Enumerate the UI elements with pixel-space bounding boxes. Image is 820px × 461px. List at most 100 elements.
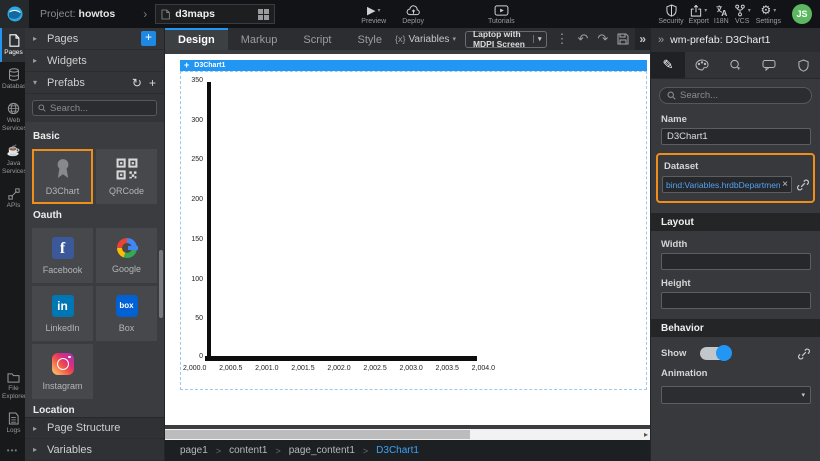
crumb-page1[interactable]: page1 — [180, 445, 208, 456]
show-toggle[interactable] — [700, 347, 730, 360]
scrollbar-arrow-icon[interactable]: ▸ — [644, 429, 648, 440]
device-selector[interactable]: Laptop with MDPI Screen ▾ — [465, 31, 547, 48]
vcs-caret-icon[interactable]: ▾ — [748, 7, 751, 14]
variables-section-header[interactable]: ▸ Variables — [25, 439, 164, 461]
app-logo[interactable] — [0, 0, 29, 28]
rail-label: APIs — [7, 202, 21, 209]
rail-item-file-explorer[interactable]: File Explorer — [0, 366, 25, 406]
pages-section-header[interactable]: ▸ Pages + — [25, 28, 164, 50]
export-button[interactable]: ▾ Export — [689, 4, 709, 25]
export-caret-icon[interactable]: ▾ — [704, 7, 707, 14]
collapse-panel-icon[interactable]: » — [658, 34, 664, 46]
prefab-group-oauth: Oauth — [33, 210, 156, 221]
clear-dataset-icon[interactable]: × — [782, 180, 788, 190]
canvas-horizontal-scrollbar[interactable]: ▸ — [165, 429, 650, 440]
bind-link-icon[interactable] — [797, 179, 809, 191]
deploy-button[interactable]: Deploy — [402, 4, 424, 25]
animation-field-label: Animation — [661, 368, 810, 379]
rail-item-java-services[interactable]: ☕ Java Services — [0, 139, 25, 182]
dataset-bind-value[interactable]: bind:Variables.hrdbDepartment.dataSe — [666, 180, 780, 190]
settings-caret-icon[interactable]: ▾ — [773, 7, 776, 14]
qrcode-icon — [116, 158, 138, 180]
breadcrumb-chevron-icon: › — [143, 7, 147, 21]
google-icon — [117, 238, 137, 258]
crumb-d3chart1[interactable]: D3Chart1 — [376, 445, 419, 456]
more-tools-icon[interactable]: » — [635, 28, 650, 50]
properties-search-input[interactable] — [680, 90, 804, 101]
name-field[interactable] — [661, 128, 811, 145]
tab-markup[interactable]: Markup — [228, 28, 291, 50]
rail-item-databases[interactable]: Databases — [0, 62, 25, 96]
prefab-tile-facebook[interactable]: f Facebook — [32, 228, 93, 283]
prefab-tile-linkedin[interactable]: in LinkedIn — [32, 286, 93, 341]
dataset-field[interactable]: bind:Variables.hrdbDepartment.dataSe × — [662, 176, 792, 193]
tab-styles[interactable] — [685, 52, 719, 78]
tab-design[interactable]: Design — [165, 28, 228, 50]
bind-show-link-icon[interactable] — [798, 348, 810, 360]
page-structure-section-header[interactable]: ▸ Page Structure — [25, 417, 164, 439]
left-rail: Pages Databases Web Services ☕ Java Serv… — [0, 28, 25, 461]
wavemaker-studio: Project: howtos › d3maps ▶▾ Preview Depl… — [0, 0, 820, 461]
undo-icon[interactable]: ↶ — [578, 31, 589, 47]
security-button[interactable]: Security — [658, 4, 683, 25]
preview-button[interactable]: ▶▾ Preview — [361, 4, 386, 25]
crumb-content1[interactable]: content1 — [229, 445, 267, 456]
tab-comments[interactable] — [752, 52, 786, 78]
name-field-label: Name — [661, 114, 810, 125]
prefab-tile-qrcode[interactable]: QRCode — [96, 149, 157, 204]
prefab-tile-google[interactable]: Google — [96, 228, 157, 283]
move-handle-icon[interactable]: + — [184, 61, 189, 70]
animation-select[interactable]: ▾ — [661, 386, 811, 404]
prefab-tile-box[interactable]: box Box — [96, 286, 157, 341]
tutorials-button[interactable]: Tutorials — [488, 4, 515, 25]
tab-script[interactable]: Script — [290, 28, 344, 50]
refresh-icon[interactable]: ↻ — [132, 76, 142, 90]
add-prefab-button[interactable]: + — [149, 76, 156, 90]
editor-tabbar: Design Markup Script Style {x} Variables… — [165, 28, 650, 50]
kebab-menu-icon[interactable]: ⋮ — [556, 31, 569, 47]
tab-inspect[interactable] — [719, 52, 753, 78]
selected-widget-name: D3Chart1 — [194, 62, 225, 69]
widgets-section-header[interactable]: ▸ Widgets — [25, 50, 164, 72]
variables-section-label: Variables — [47, 444, 156, 456]
crumb-page-content1[interactable]: page_content1 — [289, 445, 355, 456]
save-icon[interactable] — [617, 33, 629, 45]
branch-icon — [734, 4, 746, 17]
width-field[interactable] — [661, 253, 811, 270]
rail-item-logs[interactable]: Logs — [0, 406, 25, 440]
tab-properties[interactable]: ✎ — [651, 52, 685, 78]
tab-security[interactable] — [786, 52, 820, 78]
rail-item-apis[interactable]: APIs — [0, 182, 25, 215]
redo-icon[interactable]: ↷ — [597, 31, 608, 47]
selected-widget-header[interactable]: + D3Chart1 — [180, 60, 647, 71]
cloud-upload-icon — [406, 5, 421, 16]
linkedin-icon: in — [52, 295, 74, 317]
device-caret-icon: ▾ — [533, 35, 546, 43]
prefab-tile-instagram[interactable]: Instagram — [32, 344, 93, 399]
left-panel-scrollbar[interactable] — [159, 250, 163, 318]
prefabs-section-header[interactable]: ▾ Prefabs ↻ + — [25, 72, 164, 94]
preview-caret-icon[interactable]: ▾ — [377, 7, 380, 14]
user-avatar[interactable]: JS — [792, 4, 812, 24]
prefab-tile-label: LinkedIn — [45, 323, 79, 333]
rail-overflow-icon[interactable]: ••• — [0, 440, 25, 461]
settings-button[interactable]: ⚙▾ Settings — [756, 4, 781, 25]
i18n-button[interactable]: A I18N — [714, 4, 729, 25]
tab-style[interactable]: Style — [345, 28, 395, 50]
prefab-tile-d3chart[interactable]: D3Chart — [32, 149, 93, 204]
rail-item-pages[interactable]: Pages — [0, 28, 25, 62]
add-page-button[interactable]: + — [141, 31, 156, 46]
y-tick: 150 — [173, 236, 203, 243]
shield-icon — [666, 4, 677, 17]
design-canvas[interactable]: + D3Chart1 350 300 250 200 150 100 50 0 … — [165, 50, 650, 429]
height-field[interactable] — [661, 292, 811, 309]
rail-item-web-services[interactable]: Web Services — [0, 96, 25, 138]
current-page-selector[interactable]: d3maps — [155, 4, 275, 24]
layout-section-header: Layout — [651, 213, 820, 231]
vcs-button[interactable]: ▾ VCS — [734, 4, 751, 25]
variables-button[interactable]: {x} Variables ▾ — [395, 34, 456, 45]
grid-view-icon[interactable] — [258, 9, 269, 20]
scrollbar-thumb[interactable] — [165, 430, 470, 439]
prefab-search-input[interactable] — [50, 103, 151, 114]
y-tick: 300 — [173, 117, 203, 124]
